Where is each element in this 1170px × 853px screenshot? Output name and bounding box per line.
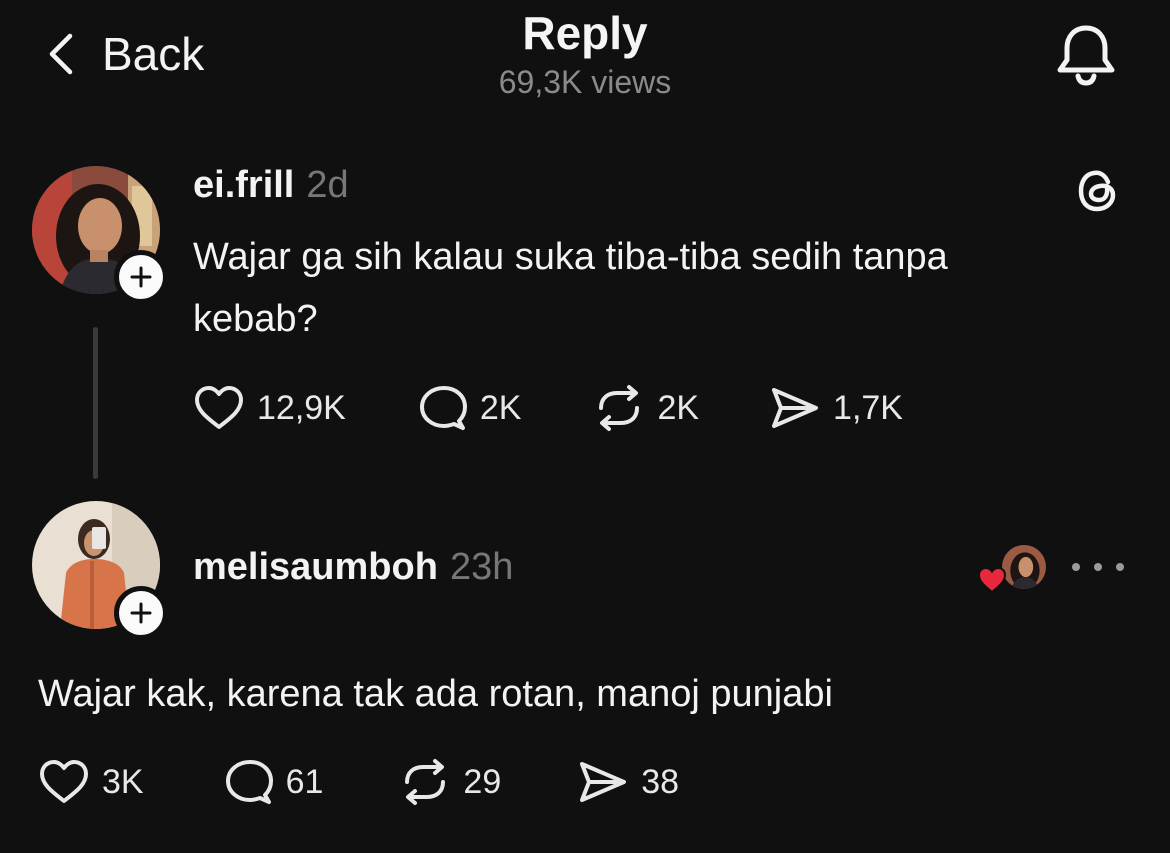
- plus-icon: [130, 602, 152, 624]
- comment-icon: [419, 386, 467, 430]
- post-actions: 12,9K 2K 2K 1,7K: [193, 384, 903, 432]
- send-icon: [772, 388, 819, 428]
- post-text-line-1: Wajar ga sih kalau suka tiba-tiba sedih …: [193, 236, 948, 278]
- reply-like-button[interactable]: 3K: [38, 758, 144, 806]
- reply-share-count: 38: [641, 762, 680, 801]
- reply-actions: 3K 61 29 38: [38, 758, 679, 806]
- reply-like-count: 3K: [102, 762, 144, 801]
- plus-icon: [130, 266, 152, 288]
- reply-repost-count: 29: [463, 762, 502, 801]
- post-like-count: 12,9K: [257, 388, 346, 427]
- reply-header: melisaumboh 23h: [193, 546, 513, 589]
- post-text: Wajar ga sih kalau suka tiba-tiba sedih …: [193, 226, 1143, 350]
- chevron-left-icon: [49, 33, 73, 75]
- post-share-button[interactable]: 1,7K: [769, 384, 903, 432]
- threads-logo-icon: [1078, 170, 1116, 212]
- page-header: Reply 69,3K views: [385, 4, 785, 102]
- post-repost-button[interactable]: 2K: [593, 384, 699, 432]
- reply-reply-button[interactable]: 61: [222, 758, 324, 806]
- send-icon: [580, 762, 627, 802]
- reply-timestamp: 23h: [449, 546, 514, 588]
- reply-share-button[interactable]: 38: [577, 758, 679, 806]
- heart-icon: [40, 760, 88, 803]
- reply-follow-button[interactable]: [114, 586, 168, 640]
- reply-username[interactable]: melisaumboh: [193, 546, 438, 589]
- repost-icon: [599, 385, 640, 431]
- reply-text: Wajar kak, karena tak ada rotan, manoj p…: [38, 673, 833, 715]
- heart-icon: [195, 386, 243, 429]
- comment-icon: [225, 760, 273, 804]
- post-timestamp: 2d: [306, 164, 349, 206]
- reply-repost-button[interactable]: 29: [399, 758, 501, 806]
- repost-icon: [405, 759, 446, 805]
- bell-icon[interactable]: [1052, 22, 1120, 86]
- post-follow-button[interactable]: [114, 250, 168, 304]
- back-label: Back: [102, 28, 205, 80]
- post-like-button[interactable]: 12,9K: [193, 384, 346, 432]
- more-options-button[interactable]: [1072, 553, 1124, 581]
- post-username[interactable]: ei.frill: [193, 164, 294, 207]
- page-title: Reply: [522, 7, 648, 59]
- thread-connector-line: [93, 327, 98, 479]
- post-text-line-2: kebab?: [193, 298, 318, 340]
- reply-reply-count: 61: [285, 762, 324, 801]
- post-header: ei.frill 2d: [193, 164, 349, 207]
- post-reply-button[interactable]: 2K: [416, 384, 522, 432]
- post-reply-count: 2K: [479, 388, 522, 427]
- more-dots-icon: [1072, 563, 1080, 571]
- liked-heart-icon: [977, 566, 1007, 594]
- post-share-count: 1,7K: [833, 388, 903, 427]
- back-button[interactable]: Back: [44, 26, 204, 82]
- post-repost-count: 2K: [657, 388, 700, 427]
- view-count: 69,3K views: [498, 64, 672, 100]
